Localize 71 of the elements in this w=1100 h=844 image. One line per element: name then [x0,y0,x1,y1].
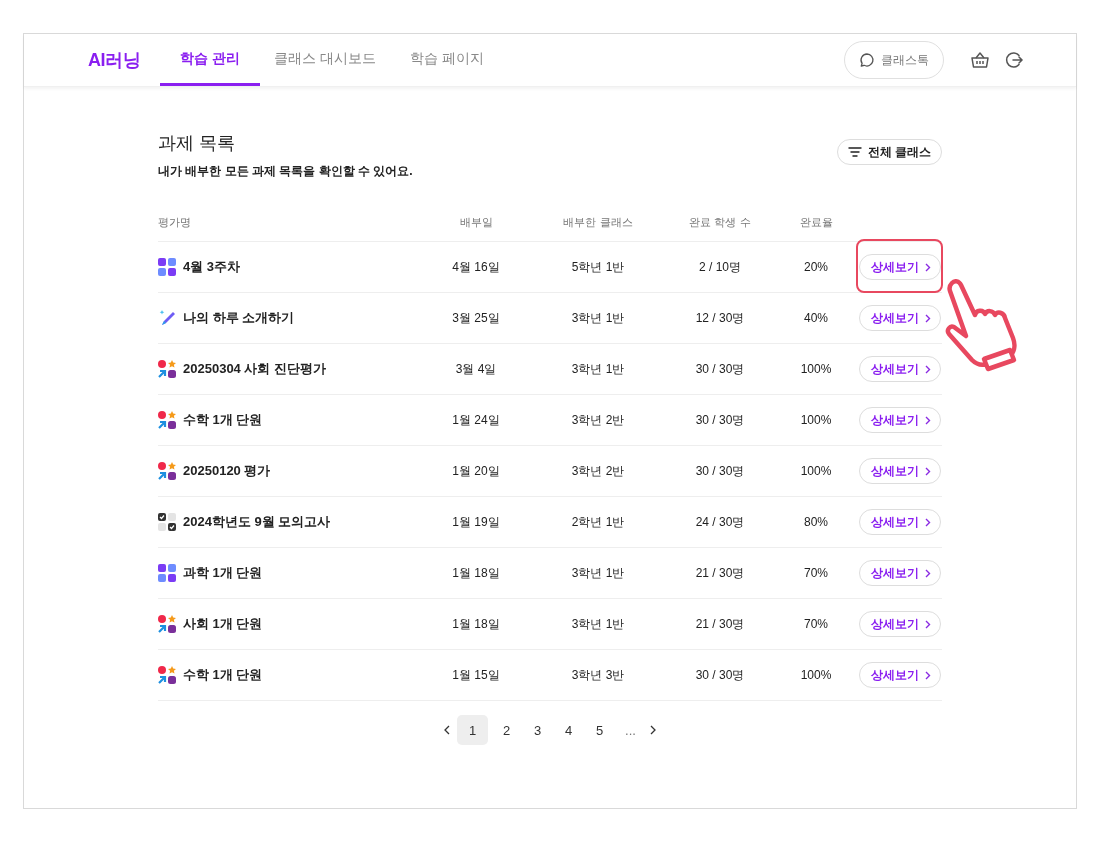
column-header: 배부한 클래스 [562,215,634,230]
rate-cell-text: 40% [803,311,829,325]
assignment-name: 4월 3주차 [183,258,241,276]
detail-button[interactable]: 상세보기 [859,560,941,586]
column-header: 평가명 [158,215,192,230]
detail-button[interactable]: 상세보기 [859,305,941,331]
rate-cell-text: 80% [803,515,829,529]
detail-button[interactable]: 상세보기 [859,458,941,484]
detail-button[interactable]: 상세보기 [859,611,941,637]
students-cell-text: 21 / 30명 [694,615,746,633]
page-link[interactable]: 1 [457,715,488,745]
date-cell-text: 3월 4일 [454,360,498,378]
class-cell-text: 3학년 1반 [570,615,626,633]
class-cell-text: 3학년 3반 [570,666,626,684]
nav-tab[interactable]: 학습 관리 [160,34,260,86]
detail-button[interactable]: 상세보기 [859,509,941,535]
date-cell-text: 1월 18일 [451,615,501,633]
assignment-name: 수학 1개 단원 [183,666,263,684]
class-cell-text: 2학년 1반 [570,513,626,531]
detail-button[interactable]: 상세보기 [859,254,941,280]
students-cell-text: 12 / 30명 [694,309,746,327]
assignment-name: 2024학년도 9월 모의고사 [183,513,331,531]
class-cell-text: 3학년 2반 [570,462,626,480]
page-link[interactable]: 5 [587,715,612,745]
column-header: 배부일 [458,215,494,230]
rate-cell-text: 100% [799,362,833,376]
rate-cell-text: 100% [799,464,833,478]
rate-cell-text: 20% [803,260,829,274]
assignment-name: 사회 1개 단원 [183,615,263,633]
assignment-name: 나의 하루 소개하기 [183,309,295,327]
page-link[interactable]: 2 [494,715,519,745]
page-title: 과제 목록 [158,132,236,155]
students-cell-text: 30 / 30명 [694,411,746,429]
class-cell-text: 3학년 1반 [570,309,626,327]
rate-cell-text: 100% [799,413,833,427]
date-cell-text: 1월 24일 [451,411,501,429]
assignment-name: 20250304 사회 진단평가 [183,360,327,378]
rate-cell-text: 100% [799,668,833,682]
students-cell-text: 30 / 30명 [694,462,746,480]
class-cell-text: 3학년 2반 [570,411,626,429]
students-cell-text: 30 / 30명 [694,360,746,378]
column-header: 완료율 [798,215,834,230]
class-cell-text: 3학년 1반 [570,360,626,378]
assignment-name: 수학 1개 단원 [183,411,263,429]
assignment-name: 과학 1개 단원 [183,564,263,582]
students-cell-text: 24 / 30명 [694,513,746,531]
page-ellipsis: ... [624,721,637,740]
rate-cell-text: 70% [803,566,829,580]
chat-button[interactable]: 클래스톡 [844,41,944,79]
rate-cell-text: 70% [803,617,829,631]
assignment-name: 20250120 평가 [183,462,271,480]
class-cell-text: 5학년 1반 [570,258,626,276]
page-subtitle: 내가 배부한 모든 과제 목록을 확인할 수 있어요. [158,163,413,180]
date-cell-text: 3월 25일 [451,309,501,327]
class-cell-text: 3학년 1반 [570,564,626,582]
detail-button[interactable]: 상세보기 [859,356,941,382]
page-link[interactable]: 3 [525,715,550,745]
detail-button[interactable]: 상세보기 [859,407,941,433]
date-cell-text: 1월 20일 [451,462,501,480]
date-cell-text: 4월 16일 [451,258,501,276]
students-cell-text: 2 / 10명 [698,258,742,276]
detail-button[interactable]: 상세보기 [859,662,941,688]
class-filter-button[interactable]: 전체 클래스 [836,139,942,165]
column-header: 완료 학생 수 [688,215,752,230]
date-cell-text: 1월 15일 [451,666,501,684]
students-cell-text: 21 / 30명 [694,564,746,582]
students-cell-text: 30 / 30명 [694,666,746,684]
page-link[interactable]: 4 [556,715,581,745]
logo[interactable]: AI러닝 [88,48,140,72]
date-cell-text: 1월 18일 [451,564,501,582]
date-cell-text: 1월 19일 [451,513,501,531]
